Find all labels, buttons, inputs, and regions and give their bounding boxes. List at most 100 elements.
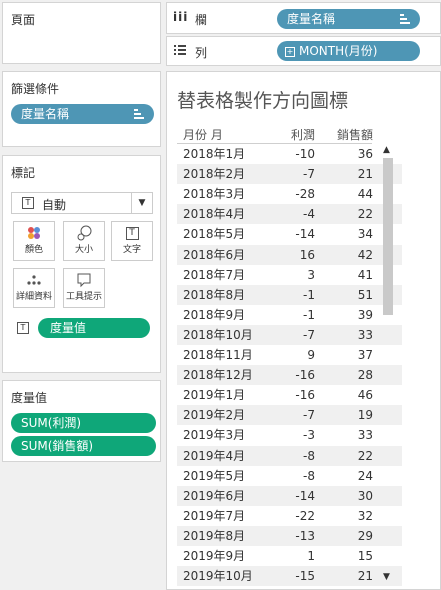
text-mark-icon: T [22, 197, 34, 209]
measure-pill-sales[interactable]: SUM(銷售額) [11, 436, 156, 456]
table-row[interactable]: 2019年7月 -22 32 [177, 506, 402, 526]
scroll-down-icon[interactable]: ▼ [383, 572, 390, 582]
filter-pill-measure-names[interactable]: 度量名稱 [11, 104, 154, 124]
sales-cell: 19 [357, 408, 373, 423]
columns-pill-label: 度量名稱 [287, 12, 336, 26]
table-row[interactable]: 2018年3月 -28 44 [177, 184, 402, 204]
table-row[interactable]: 2019年3月 -3 33 [177, 425, 402, 445]
profit-cell: -7 [303, 408, 315, 423]
sales-cell: 32 [357, 508, 373, 523]
month-cell: 2018年1月 [183, 147, 246, 161]
size-icon [64, 222, 104, 244]
detail-button[interactable]: 詳細資料 [13, 268, 55, 308]
table-row[interactable]: 2019年5月 -8 24 [177, 466, 402, 486]
detail-label: 詳細資料 [15, 292, 52, 302]
text-icon: T [112, 222, 152, 244]
text-label: 文字 [122, 245, 141, 255]
rows-pill-month[interactable]: + MONTH(月份) [277, 41, 420, 61]
profit-cell: -7 [303, 167, 315, 182]
size-button[interactable]: 大小 [63, 221, 105, 261]
measure-pill-sales-label: SUM(銷售額) [21, 439, 94, 453]
month-cell: 2018年5月 [183, 227, 246, 242]
profit-cell: -16 [295, 388, 315, 403]
tooltip-icon [64, 269, 104, 291]
month-cell: 2018年7月 [183, 267, 246, 282]
measure-values-card: 度量值 SUM(利潤) SUM(銷售額) [2, 380, 161, 462]
mark-type-value: 自動 [42, 198, 67, 212]
table-row[interactable]: 2019年10月 -15 21 [177, 566, 402, 587]
table-row[interactable]: 2019年1月 -16 46 [177, 385, 402, 405]
marks-pill-measure-values[interactable]: 度量值 [38, 318, 150, 338]
measure-values-title: 度量值 [11, 391, 48, 405]
text-button[interactable]: T 文字 [111, 221, 153, 261]
table-row[interactable]: 2019年6月 -14 30 [177, 485, 402, 506]
sales-cell: 46 [357, 388, 373, 403]
color-icon [14, 222, 54, 244]
table-row[interactable]: 2019年4月 -8 22 [177, 445, 402, 466]
text-encoding-icon: T [17, 322, 29, 334]
pages-card: 頁面 [2, 2, 161, 64]
table-row[interactable]: 2019年2月 -7 19 [177, 405, 402, 426]
profit-cell: 3 [307, 267, 315, 282]
table-row[interactable]: 2018年1月 -10 36 [177, 144, 402, 164]
rows-pill-label: MONTH(月份) [299, 44, 378, 58]
profit-cell: -3 [303, 428, 315, 443]
marks-card: 標記 T 自動 ▼ 顏色 大小 T 文字 詳細資料 工具提示 T 度量值 [2, 155, 161, 373]
table-row[interactable]: 2018年9月 -1 39 [177, 305, 402, 325]
scrollbar-thumb[interactable] [383, 158, 393, 315]
color-button[interactable]: 顏色 [13, 221, 55, 261]
profit-cell: -14 [295, 227, 315, 242]
color-label: 顏色 [24, 245, 43, 255]
table-row[interactable]: 2018年12月 -16 28 [177, 365, 402, 386]
mark-type-dropdown[interactable]: T 自動 ▼ [11, 192, 153, 214]
month-cell: 2019年5月 [183, 468, 246, 483]
tooltip-button[interactable]: 工具提示 [63, 268, 105, 308]
month-cell: 2019年9月 [183, 549, 246, 563]
tooltip-label: 工具提示 [65, 292, 102, 302]
scrollbar[interactable]: ▲ ▼ [381, 144, 395, 582]
table-row[interactable]: 2018年10月 -7 33 [177, 324, 402, 345]
profit-cell: -15 [295, 569, 315, 584]
sales-cell: 41 [357, 267, 373, 282]
month-cell: 2018年4月 [183, 207, 246, 222]
month-cell: 2018年9月 [183, 307, 246, 322]
columns-icon: iii [173, 10, 189, 24]
view-title: 替表格製作方向圖標 [177, 90, 349, 112]
table-row[interactable]: 2018年6月 16 42 [177, 244, 402, 265]
profit-cell: -28 [295, 187, 315, 202]
sales-cell: 42 [357, 247, 373, 262]
sales-cell: 36 [357, 147, 373, 161]
sales-cell: 22 [357, 207, 373, 222]
scroll-up-icon[interactable]: ▲ [383, 145, 390, 155]
table-row[interactable]: 2018年8月 -1 51 [177, 284, 402, 305]
table-row[interactable]: 2019年8月 -13 29 [177, 525, 402, 546]
month-cell: 2019年2月 [183, 408, 246, 423]
month-cell: 2019年1月 [183, 388, 246, 403]
detail-icon [14, 269, 54, 291]
sales-cell: 22 [357, 448, 373, 463]
measure-pill-profit[interactable]: SUM(利潤) [11, 413, 156, 433]
table-row[interactable]: 2019年9月 1 15 [177, 546, 402, 566]
table-row[interactable]: 2018年7月 3 41 [177, 265, 402, 285]
table-row[interactable]: 2018年4月 -4 22 [177, 204, 402, 225]
view-area: 替表格製作方向圖標 月份 月 利潤 銷售額 2018年1月 -10 36 2018年2… [166, 71, 441, 590]
measure-pill-profit-label: SUM(利潤) [21, 416, 82, 430]
rows-shelf: 列 + MONTH(月份) [166, 36, 441, 66]
profit-cell: 9 [307, 348, 315, 362]
sales-cell: 33 [357, 327, 373, 342]
header-profit[interactable]: 利潤 [265, 126, 315, 143]
profit-cell: -13 [295, 528, 315, 543]
table-header: 月份 月 利潤 銷售額 [177, 126, 402, 144]
profit-cell: -4 [303, 207, 315, 222]
sales-cell: 44 [357, 187, 373, 202]
columns-pill-measure-names[interactable]: 度量名稱 [277, 9, 420, 29]
profit-cell: 16 [299, 247, 315, 262]
table-row[interactable]: 2018年5月 -14 34 [177, 224, 402, 244]
header-month[interactable]: 月份 月 [183, 126, 223, 143]
header-sales[interactable]: 銷售額 [317, 126, 373, 143]
table-row[interactable]: 2018年11月 9 37 [177, 345, 402, 365]
sales-cell: 34 [357, 227, 373, 242]
month-cell: 2018年6月 [183, 247, 246, 262]
table-row[interactable]: 2018年2月 -7 21 [177, 164, 402, 185]
size-label: 大小 [74, 245, 93, 255]
